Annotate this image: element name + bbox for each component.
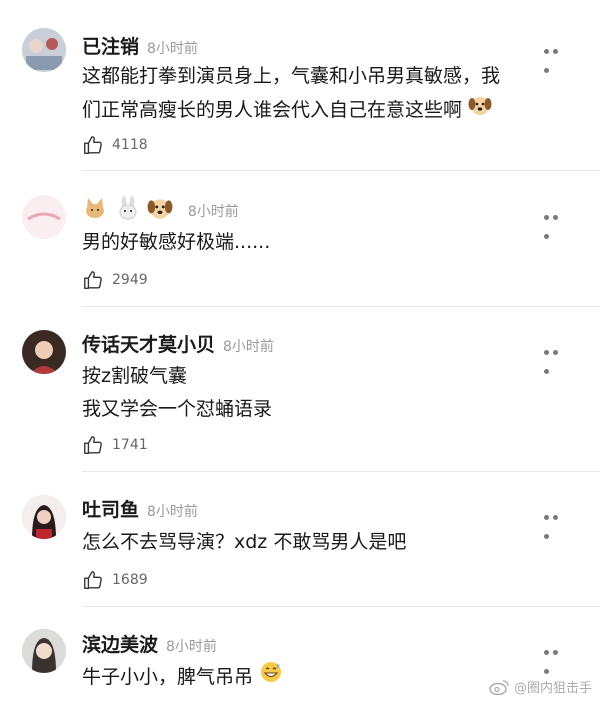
username[interactable]: 已注销 8小时前	[82, 32, 198, 59]
rabbit-emoji	[115, 195, 141, 226]
avatar[interactable]	[22, 28, 66, 72]
comment-line: 怎么不去骂导演？xdz 不敢骂男人是吧	[82, 531, 407, 553]
timestamp: 8小时前	[187, 204, 239, 220]
like-button[interactable]: 2949	[82, 268, 148, 292]
more-dots-icon[interactable]	[544, 39, 570, 73]
username[interactable]: 吐司鱼 8小时前	[82, 495, 198, 522]
dog-face-emoji	[468, 93, 492, 128]
timestamp: 8小时前	[166, 639, 217, 655]
comment-line: 男的好敏感好极端......	[82, 231, 271, 253]
username[interactable]: 滨边美波 8小时前	[82, 630, 217, 657]
comment-line: 们正常高瘦长的男人谁会代入自己在意这些啊	[82, 93, 582, 128]
username-emojis	[82, 196, 180, 221]
thumbs-up-icon	[84, 136, 102, 154]
timestamp: 8小时前	[147, 41, 198, 57]
like-button[interactable]: 1741	[82, 433, 148, 457]
divider	[82, 306, 600, 307]
like-count: 2949	[112, 272, 148, 288]
watermark: @圈内狙击手	[488, 677, 592, 696]
thumbs-up-icon	[84, 436, 102, 454]
like-button[interactable]: 1689	[82, 568, 148, 592]
username[interactable]: 传话天才莫小贝 8小时前	[82, 330, 274, 357]
cat-emoji	[82, 195, 108, 226]
comment-text: 按z割破气囊 我又学会一个怼蛹语录	[82, 360, 582, 426]
avatar[interactable]	[22, 195, 66, 239]
more-dots-icon[interactable]	[544, 205, 570, 239]
thumbs-up-icon	[84, 271, 102, 289]
comment-line: 这都能打拳到演员身上，气囊和小吊男真敏感，我	[82, 65, 501, 87]
like-count: 1741	[112, 437, 148, 453]
divider	[82, 606, 600, 607]
more-dots-icon[interactable]	[544, 505, 570, 539]
timestamp: 8小时前	[147, 504, 198, 520]
comment-text: 怎么不去骂导演？xdz 不敢骂男人是吧	[82, 526, 582, 559]
comment-line: 按z割破气囊	[82, 365, 187, 387]
more-dots-icon[interactable]	[544, 640, 570, 674]
username[interactable]: 8小时前	[82, 195, 239, 226]
comment-text: 这都能打拳到演员身上，气囊和小吊男真敏感，我 们正常高瘦长的男人谁会代入自己在意…	[82, 60, 582, 128]
grinning-sweat-emoji	[259, 660, 283, 695]
thumbs-up-icon	[84, 571, 102, 589]
divider	[82, 471, 600, 472]
weibo-icon	[489, 679, 509, 695]
like-button[interactable]: 4118	[82, 133, 148, 157]
avatar[interactable]	[22, 495, 66, 539]
comment-line: 我又学会一个怼蛹语录	[82, 398, 273, 420]
avatar[interactable]	[22, 629, 66, 673]
avatar[interactable]	[22, 330, 66, 374]
timestamp: 8小时前	[223, 339, 274, 355]
divider	[82, 170, 600, 171]
like-count: 4118	[112, 137, 148, 153]
dog-face-emoji	[147, 195, 173, 226]
comment-text: 男的好敏感好极端......	[82, 226, 582, 259]
more-dots-icon[interactable]	[544, 340, 570, 374]
like-count: 1689	[112, 572, 148, 588]
